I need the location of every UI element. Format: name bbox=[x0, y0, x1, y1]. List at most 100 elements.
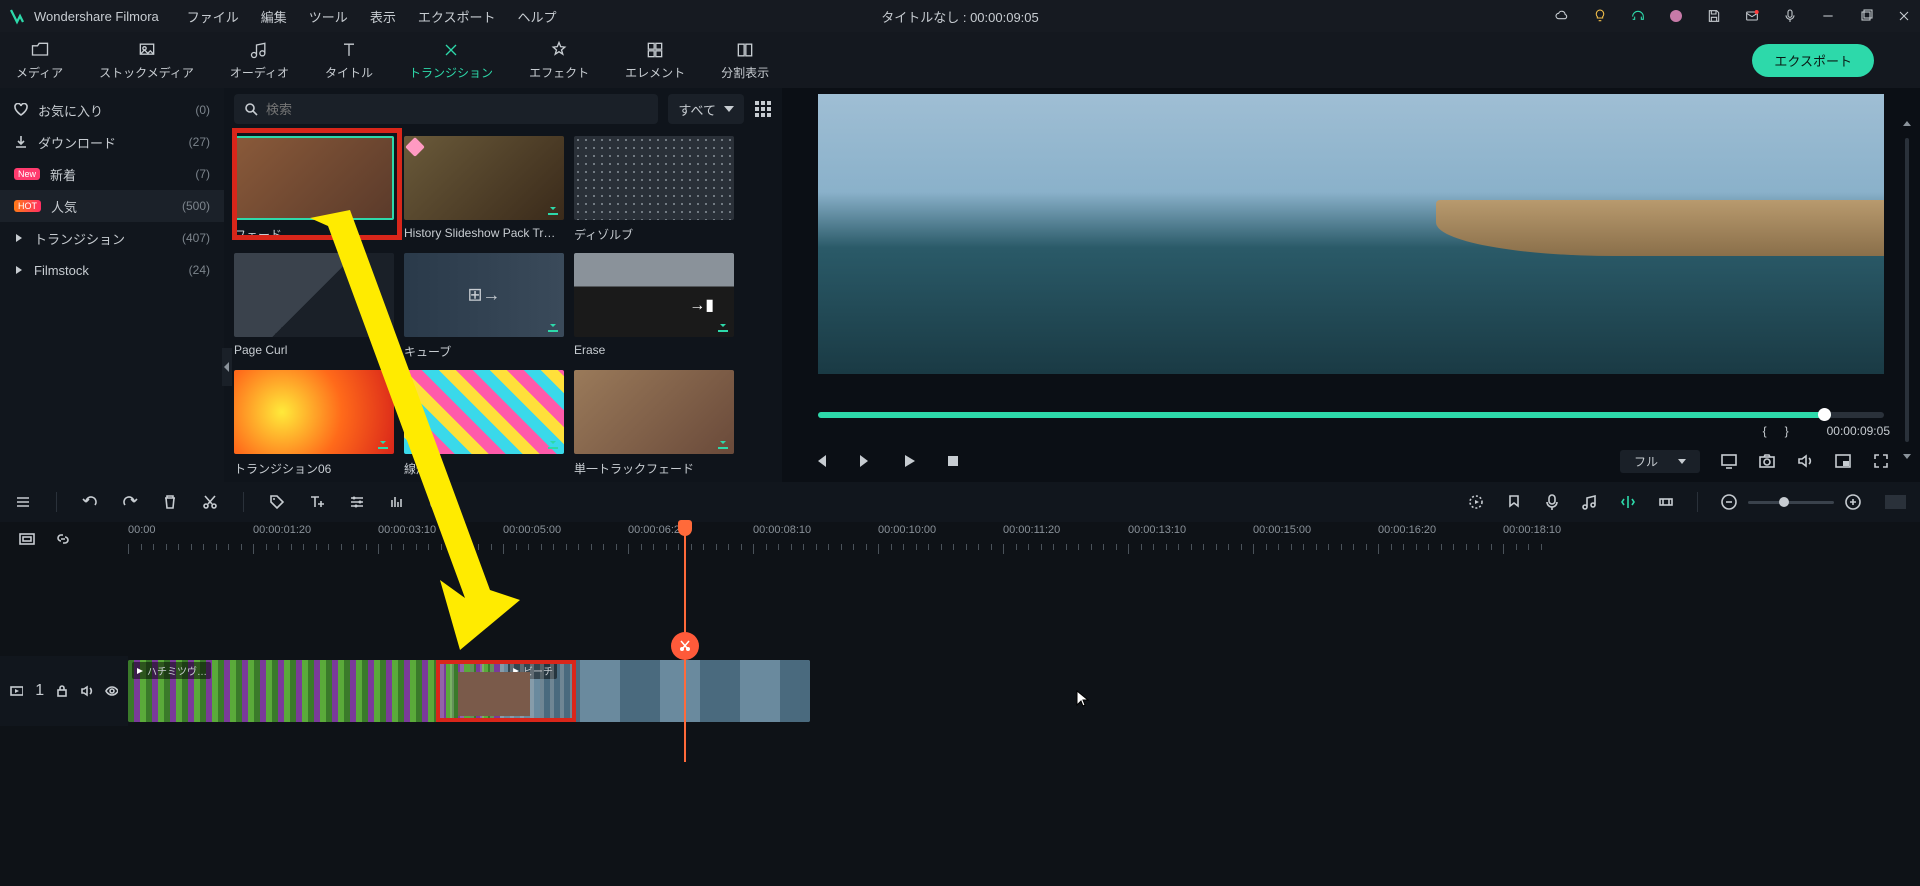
speed-icon[interactable] bbox=[428, 493, 446, 511]
preview-panel: { } 00:00:09:05 フル bbox=[782, 88, 1920, 482]
thumb-8[interactable]: 単一トラックフェード bbox=[574, 370, 734, 477]
display-icon[interactable] bbox=[1720, 452, 1738, 470]
mute-icon[interactable] bbox=[80, 684, 93, 698]
export-button[interactable]: エクスポート bbox=[1752, 44, 1874, 77]
thumb-0[interactable]: フェード bbox=[234, 136, 394, 243]
thumb-4[interactable]: ⊞→キューブ bbox=[404, 253, 564, 360]
preview-video[interactable] bbox=[818, 94, 1884, 374]
avatar-icon[interactable] bbox=[1668, 8, 1684, 24]
download-icon[interactable] bbox=[546, 202, 560, 216]
menu-help[interactable]: ヘルプ bbox=[517, 7, 556, 26]
tab-title[interactable]: タイトル bbox=[325, 40, 373, 81]
tab-stock[interactable]: ストックメディア bbox=[99, 40, 194, 81]
cut-icon[interactable] bbox=[201, 493, 219, 511]
mark-out-icon[interactable]: } bbox=[1785, 424, 1789, 438]
sidebar-new[interactable]: New新着(7) bbox=[0, 158, 224, 190]
menu-file[interactable]: ファイル bbox=[187, 7, 239, 26]
lock-icon[interactable] bbox=[56, 685, 67, 697]
adjust-icon[interactable] bbox=[348, 493, 366, 511]
playhead[interactable] bbox=[684, 522, 686, 762]
pip-icon[interactable] bbox=[1834, 452, 1852, 470]
timeline-media-icon[interactable] bbox=[18, 530, 36, 548]
prev-frame-icon[interactable] bbox=[812, 452, 830, 470]
prev-panel-down-icon[interactable] bbox=[1900, 448, 1914, 462]
grid-view-icon[interactable] bbox=[754, 100, 772, 118]
voiceover-icon[interactable] bbox=[1543, 493, 1561, 511]
prev-panel-up-icon[interactable] bbox=[1900, 118, 1914, 132]
sidebar-downloads[interactable]: ダウンロード(27) bbox=[0, 126, 224, 158]
thumb-6[interactable]: トランジション06 bbox=[234, 370, 394, 477]
tab-transition[interactable]: トランジション bbox=[409, 40, 493, 81]
lightbulb-icon[interactable] bbox=[1592, 8, 1608, 24]
link-icon[interactable] bbox=[54, 530, 72, 548]
eye-icon[interactable] bbox=[105, 684, 118, 698]
download-icon[interactable] bbox=[546, 436, 560, 450]
sidebar-filmstock[interactable]: Filmstock(24) bbox=[0, 254, 224, 286]
download-icon[interactable] bbox=[716, 319, 730, 333]
headset-icon[interactable] bbox=[1630, 8, 1646, 24]
next-frame-icon[interactable] bbox=[856, 452, 874, 470]
sidebar-transitions[interactable]: トランジション(407) bbox=[0, 222, 224, 254]
snapshot-icon[interactable] bbox=[1758, 452, 1776, 470]
delete-icon[interactable] bbox=[161, 493, 179, 511]
tab-media[interactable]: メディア bbox=[16, 40, 63, 81]
mic-icon[interactable] bbox=[1782, 8, 1798, 24]
zoom-out-icon[interactable] bbox=[1720, 493, 1738, 511]
filter-dropdown[interactable]: すべて bbox=[668, 94, 744, 124]
fit-timeline-icon[interactable] bbox=[1882, 493, 1906, 511]
volume-icon[interactable] bbox=[1796, 452, 1814, 470]
render-icon[interactable] bbox=[1467, 493, 1485, 511]
ruler-mark: 00:00:01:20 bbox=[253, 524, 311, 536]
save-icon[interactable] bbox=[1706, 8, 1722, 24]
mark-in-icon[interactable]: { bbox=[1763, 424, 1767, 438]
minimize-icon[interactable] bbox=[1820, 8, 1836, 24]
search-box[interactable] bbox=[234, 94, 658, 124]
stop-icon[interactable] bbox=[944, 452, 962, 470]
menu-export[interactable]: エクスポート bbox=[418, 7, 496, 26]
download-icon[interactable] bbox=[546, 319, 560, 333]
zoom-in-icon[interactable] bbox=[1844, 493, 1862, 511]
tab-element[interactable]: エレメント bbox=[625, 40, 685, 81]
menu-icon[interactable] bbox=[14, 493, 32, 511]
timeline-ruler[interactable]: 00:0000:00:01:2000:00:03:1000:00:05:0000… bbox=[128, 522, 1920, 556]
menu-edit[interactable]: 編集 bbox=[261, 7, 287, 26]
close-icon[interactable] bbox=[1896, 8, 1912, 24]
marker-icon[interactable] bbox=[1505, 493, 1523, 511]
equalizer-icon[interactable] bbox=[388, 493, 406, 511]
quality-dropdown[interactable]: フル bbox=[1620, 450, 1700, 473]
snap-icon[interactable] bbox=[1619, 493, 1637, 511]
tag-icon[interactable] bbox=[268, 493, 286, 511]
thumb-5[interactable]: →▮Erase bbox=[574, 253, 734, 360]
split-button[interactable] bbox=[671, 632, 699, 660]
undo-icon[interactable] bbox=[81, 493, 99, 511]
sidebar-popular[interactable]: HOT人気(500) bbox=[0, 190, 224, 222]
fullscreen-icon[interactable] bbox=[1872, 452, 1890, 470]
text-add-icon[interactable] bbox=[308, 493, 326, 511]
track-lane[interactable]: ハチミツヴ… ビーチ bbox=[128, 656, 1920, 726]
redo-icon[interactable] bbox=[121, 493, 139, 511]
tab-audio[interactable]: オーディオ bbox=[230, 40, 289, 81]
thumb-2[interactable]: ディゾルブ bbox=[574, 136, 734, 243]
preview-scrubber[interactable] bbox=[818, 412, 1884, 418]
transition-on-timeline[interactable] bbox=[436, 660, 576, 722]
menu-view[interactable]: 表示 bbox=[370, 7, 396, 26]
audio-mixer-icon[interactable] bbox=[1581, 493, 1599, 511]
thumb-3[interactable]: Page Curl bbox=[234, 253, 394, 360]
sidebar-favorites[interactable]: お気に入り(0) bbox=[0, 94, 224, 126]
download-icon[interactable] bbox=[716, 436, 730, 450]
premium-icon bbox=[405, 137, 425, 157]
tab-effect[interactable]: エフェクト bbox=[529, 40, 589, 81]
menu-tool[interactable]: ツール bbox=[309, 7, 348, 26]
notification-icon[interactable] bbox=[1744, 8, 1760, 24]
search-input[interactable] bbox=[266, 102, 648, 117]
thumb-1[interactable]: History Slideshow Pack Tr… bbox=[404, 136, 564, 243]
thumb-7[interactable]: 線形 2 bbox=[404, 370, 564, 477]
zoom-slider[interactable] bbox=[1748, 501, 1834, 504]
download-icon[interactable] bbox=[376, 436, 390, 450]
maximize-icon[interactable] bbox=[1858, 8, 1874, 24]
ripple-icon[interactable] bbox=[1657, 493, 1675, 511]
tab-split[interactable]: 分割表示 bbox=[721, 40, 769, 81]
timeline-toolbar bbox=[0, 482, 1920, 522]
cloud-icon[interactable] bbox=[1554, 8, 1570, 24]
play-icon[interactable] bbox=[900, 452, 918, 470]
